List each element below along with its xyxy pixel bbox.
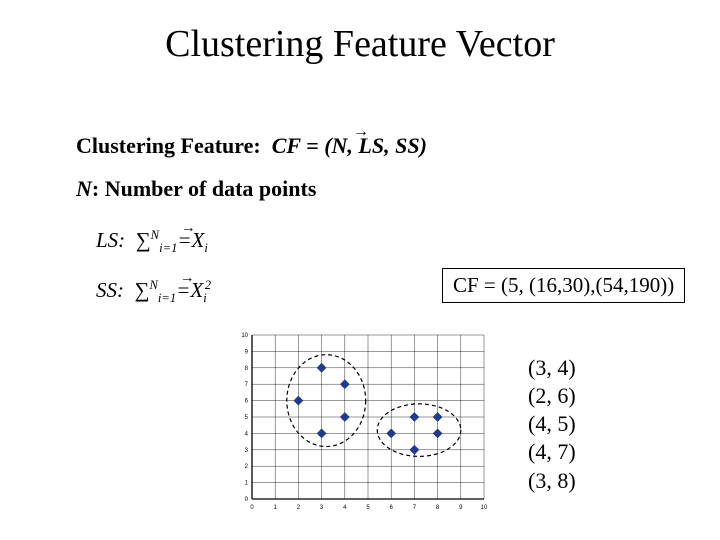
- ls-label: LS:: [96, 228, 125, 252]
- ls-formula: LS: ∑Ni=1=Xi: [96, 228, 208, 256]
- svg-text:10: 10: [481, 505, 488, 511]
- svg-text:0: 0: [245, 497, 249, 503]
- slide: Clustering Feature Vector → Clustering F…: [0, 0, 720, 540]
- heading-n-rest: : Number of data points: [92, 176, 317, 201]
- heading-cf-rhs: CF = (N, LS, SS): [272, 133, 427, 158]
- svg-text:6: 6: [245, 399, 249, 405]
- svg-text:5: 5: [245, 415, 249, 421]
- point: (3, 4): [528, 354, 576, 382]
- svg-text:9: 9: [459, 505, 463, 511]
- sigma-icon: ∑: [130, 228, 150, 252]
- point: (4, 7): [528, 438, 576, 466]
- page-title: Clustering Feature Vector: [0, 22, 720, 66]
- svg-text:6: 6: [390, 505, 394, 511]
- heading-cf: Clustering Feature: CF = (N, LS, SS): [76, 133, 427, 159]
- sigma-icon: ∑: [129, 278, 149, 302]
- heading-n-prefix: N: [76, 176, 92, 201]
- svg-text:4: 4: [343, 505, 347, 511]
- svg-text:2: 2: [297, 505, 301, 511]
- point: (2, 6): [528, 382, 576, 410]
- svg-text:5: 5: [366, 505, 370, 511]
- heading-n: N: Number of data points: [76, 176, 316, 202]
- heading-cf-label: Clustering Feature:: [76, 133, 261, 158]
- ss-label: SS:: [96, 278, 124, 302]
- cf-result-box: CF = (5, (16,30),(54,190)): [442, 268, 685, 303]
- svg-text:0: 0: [250, 505, 254, 511]
- svg-text:2: 2: [245, 464, 249, 470]
- svg-text:3: 3: [320, 505, 324, 511]
- point: (4, 5): [528, 410, 576, 438]
- svg-text:8: 8: [245, 366, 249, 372]
- point: (3, 8): [528, 467, 576, 495]
- svg-text:3: 3: [245, 448, 249, 454]
- svg-text:10: 10: [241, 333, 248, 339]
- svg-text:8: 8: [436, 505, 440, 511]
- svg-text:9: 9: [245, 349, 249, 355]
- svg-text:4: 4: [245, 431, 249, 437]
- svg-text:7: 7: [245, 382, 249, 388]
- scatter-chart: 0 1 2 3 4 5 6 7 8 9 10 0 1 2 3 4 5 6 7 8 9 10: [230, 329, 490, 517]
- svg-text:1: 1: [274, 505, 278, 511]
- svg-text:7: 7: [413, 505, 417, 511]
- points-list: (3, 4) (2, 6) (4, 5) (4, 7) (3, 8): [528, 354, 576, 495]
- ss-formula: SS: ∑Ni=1=Xi2: [96, 278, 211, 306]
- svg-text:1: 1: [245, 481, 249, 487]
